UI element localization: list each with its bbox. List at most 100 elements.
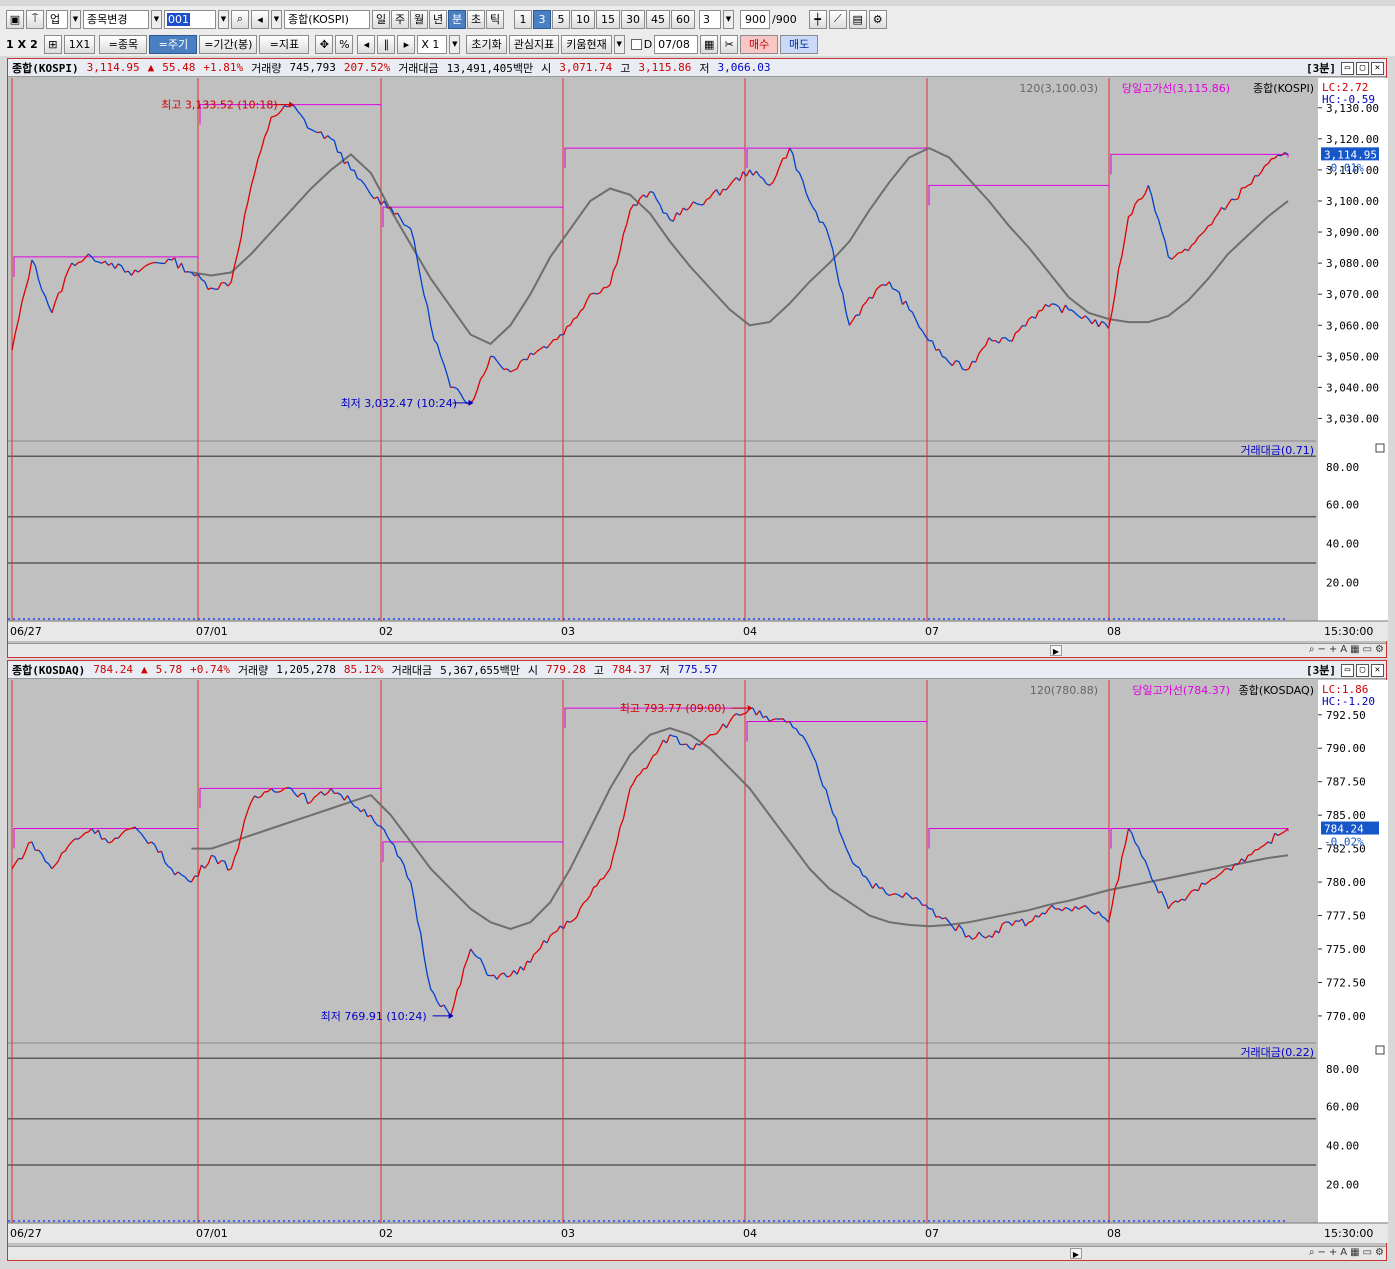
interval-button[interactable]: 3 xyxy=(533,9,551,29)
grid-icon[interactable]: ⊞ xyxy=(43,34,62,54)
chevron-down-icon[interactable]: ▼ xyxy=(151,9,162,29)
magnifier-icon[interactable]: ⌕ xyxy=(1309,1247,1315,1260)
plus-icon[interactable]: + xyxy=(1329,1247,1337,1260)
gear-icon[interactable]: ⚙ xyxy=(868,9,887,29)
period-button[interactable]: 일 xyxy=(372,9,390,29)
pin-icon[interactable]: ⍑ xyxy=(26,9,44,29)
chart-scrollbar[interactable]: ▶ ⌕ − + A ▦ ▭ ⚙ xyxy=(8,643,1386,657)
percent-button[interactable]: % xyxy=(335,34,354,54)
interval-input[interactable]: 3 xyxy=(699,9,721,29)
calendar-icon[interactable]: ▦ xyxy=(700,34,719,54)
date-checkbox[interactable] xyxy=(630,38,642,50)
interval-button[interactable]: 5 xyxy=(552,9,570,29)
period-button[interactable]: 년 xyxy=(429,9,447,29)
interval-button[interactable]: 1 xyxy=(514,9,532,29)
window-icon[interactable]: ▭ xyxy=(1363,1247,1372,1260)
save-icon[interactable]: ▤ xyxy=(848,9,867,29)
price-segment xyxy=(284,786,288,790)
interval-button[interactable]: 60 xyxy=(671,9,695,29)
plus-icon[interactable]: + xyxy=(1329,644,1337,657)
period-button[interactable]: 초 xyxy=(467,9,485,29)
chevron-down-icon[interactable]: ▼ xyxy=(218,9,229,29)
period-button[interactable]: 주 xyxy=(391,9,409,29)
maximize-icon[interactable]: ▢ xyxy=(1356,61,1369,75)
table-icon[interactable]: ▦ xyxy=(1350,644,1359,657)
text-icon[interactable]: A xyxy=(1340,644,1347,657)
legend-high-line: 당일고가선(3,115.86) xyxy=(1122,81,1230,95)
interval-button[interactable]: 30 xyxy=(621,9,645,29)
timeframe-label[interactable]: [3분] xyxy=(1306,60,1336,76)
maximize-icon[interactable]: ▢ xyxy=(1356,663,1369,677)
price-chart[interactable]: 770.00772.50775.00777.50780.00782.50785.… xyxy=(8,680,1388,1243)
layout-button[interactable]: 1 xyxy=(6,38,14,51)
header-volume: 1,205,278 xyxy=(276,663,336,676)
close-icon[interactable]: ✕ xyxy=(1371,663,1384,677)
interval-button[interactable]: 15 xyxy=(596,9,620,29)
layout-button[interactable]: 2 xyxy=(30,38,38,51)
minus-icon[interactable]: − xyxy=(1318,644,1326,657)
y-tick-label: 3,060.00 xyxy=(1326,319,1379,332)
scissors-icon[interactable]: ✂ xyxy=(720,34,739,54)
interval-button[interactable]: 45 xyxy=(646,9,670,29)
price-segment xyxy=(1271,157,1275,160)
period-button[interactable]: 분 xyxy=(448,9,466,29)
window-icon[interactable]: ▣ xyxy=(6,9,24,29)
chart-scrollbar[interactable]: ▶ ⌕ − + A ▦ ▭ ⚙ xyxy=(8,1246,1386,1260)
zoom-select[interactable]: X 1 xyxy=(417,34,448,54)
period-button[interactable]: 틱 xyxy=(486,9,504,29)
change-item-select[interactable]: 종목변경 xyxy=(83,9,149,29)
window-icon[interactable]: ▭ xyxy=(1363,644,1372,657)
y-tick-label: 785.00 xyxy=(1326,809,1366,822)
gear-icon[interactable]: ⚙ xyxy=(1375,644,1384,657)
kiwoom-current-button[interactable]: 키움현재 xyxy=(561,34,612,54)
minus-icon[interactable]: − xyxy=(1318,1247,1326,1260)
market-select[interactable]: 업 xyxy=(46,9,68,29)
search-icon[interactable]: ⌕ xyxy=(231,9,249,29)
speaker-icon[interactable]: ◂ xyxy=(251,9,269,29)
line-chart-icon[interactable]: ⟋ xyxy=(828,9,847,29)
restore-icon[interactable]: ▭ xyxy=(1341,663,1354,677)
legend-series: 종합(KOSPI) xyxy=(1253,82,1314,95)
header-rate: +0.74% xyxy=(190,663,230,676)
interest-indicator-button[interactable]: 관심지표 xyxy=(508,34,560,54)
chevron-down-icon[interactable]: ▼ xyxy=(70,9,81,29)
code-input[interactable]: 001 xyxy=(164,9,216,29)
reset-button[interactable]: 초기화 xyxy=(466,34,507,54)
buy-button[interactable]: 매수 xyxy=(740,34,779,54)
interval-button[interactable]: 10 xyxy=(571,9,595,29)
cycle-button[interactable]: =주기 xyxy=(149,34,198,54)
candle-icon[interactable]: ┿ xyxy=(808,9,827,29)
move-icon[interactable]: ✥ xyxy=(315,34,334,54)
price-chart[interactable]: 3,030.00 3,040.00 3,050.00 3,060.00 3,070.00… xyxy=(8,78,1388,641)
count-input[interactable]: 900 xyxy=(740,9,770,29)
magnifier-icon[interactable]: ⌕ xyxy=(1309,644,1315,657)
chevron-down-icon[interactable]: ▼ xyxy=(271,9,282,29)
next-icon[interactable]: ▸ xyxy=(397,34,416,54)
text-icon[interactable]: A xyxy=(1340,1247,1347,1260)
item-button[interactable]: =종목 xyxy=(99,34,148,54)
chevron-down-icon[interactable]: ▼ xyxy=(613,34,625,54)
close-icon[interactable]: ✕ xyxy=(1371,61,1384,75)
price-segment xyxy=(168,258,172,261)
chevron-down-icon[interactable]: ▼ xyxy=(449,34,461,54)
y-tick-label: 3,120.00 xyxy=(1326,133,1379,146)
sell-button[interactable]: 매도 xyxy=(780,34,819,54)
price-segment xyxy=(78,261,82,264)
date-input[interactable]: 07/08 xyxy=(654,34,699,54)
period-button[interactable]: 월 xyxy=(410,9,428,29)
range-button[interactable]: =기간(봉) xyxy=(199,34,258,54)
grid-1x1-button[interactable]: 1X1 xyxy=(63,34,96,54)
gear-icon[interactable]: ⚙ xyxy=(1375,1247,1384,1260)
timeframe-label[interactable]: [3분] xyxy=(1306,662,1336,678)
indicator-button[interactable]: =지표 xyxy=(259,34,310,54)
scroll-right-icon[interactable]: ▶ xyxy=(1050,645,1062,656)
end-time-label: 15:30:00 xyxy=(1324,625,1373,638)
current-price-value: 784.24 xyxy=(1324,823,1364,836)
scroll-right-icon[interactable]: ▶ xyxy=(1070,1248,1082,1259)
restore-icon[interactable]: ▭ xyxy=(1341,61,1354,75)
pause-icon[interactable]: ∥ xyxy=(377,34,396,54)
chevron-down-icon[interactable]: ▼ xyxy=(723,9,734,29)
layout-button[interactable]: X xyxy=(18,38,26,51)
table-icon[interactable]: ▦ xyxy=(1350,1247,1359,1260)
prev-icon[interactable]: ◂ xyxy=(357,34,376,54)
